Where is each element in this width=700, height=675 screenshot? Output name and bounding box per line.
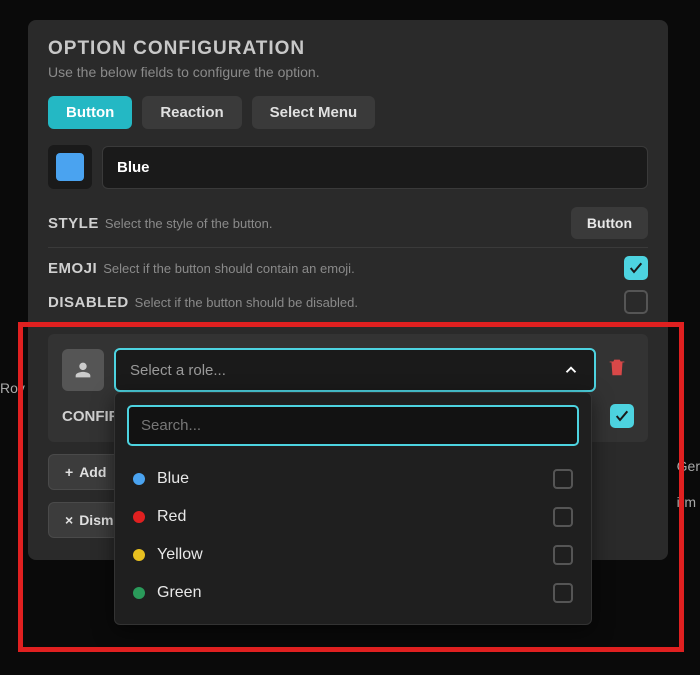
role-type-button[interactable] xyxy=(62,349,104,391)
color-swatch[interactable] xyxy=(48,145,92,189)
close-icon: × xyxy=(65,512,73,528)
bg-text-row: Rov xyxy=(0,380,25,396)
role-option-label: Green xyxy=(157,584,201,602)
emoji-row: EMOJI Select if the button should contai… xyxy=(48,247,648,288)
role-select-dropdown[interactable]: Select a role... xyxy=(114,348,596,392)
role-dot-icon xyxy=(133,587,145,599)
emoji-checkbox[interactable] xyxy=(624,256,648,280)
role-option-yellow[interactable]: Yellow xyxy=(127,536,579,574)
option-configuration-panel: OPTION CONFIGURATION Use the below field… xyxy=(28,20,668,560)
role-option-label: Yellow xyxy=(157,546,203,564)
panel-subtitle: Use the below fields to configure the op… xyxy=(48,64,648,80)
plus-icon: + xyxy=(65,464,73,480)
role-select-placeholder: Select a role... xyxy=(130,362,226,379)
role-dropdown-popup: Blue Red Yellow xyxy=(114,392,592,625)
chevron-up-icon xyxy=(562,361,580,379)
style-select-button[interactable]: Button xyxy=(571,207,648,239)
role-option-checkbox[interactable] xyxy=(553,545,573,565)
color-swatch-inner xyxy=(56,153,84,181)
person-icon xyxy=(72,359,94,381)
role-option-checkbox[interactable] xyxy=(553,469,573,489)
disabled-desc: Select if the button should be disabled. xyxy=(135,295,358,310)
role-option-label: Blue xyxy=(157,470,189,488)
disabled-checkbox[interactable] xyxy=(624,290,648,314)
option-name-input[interactable] xyxy=(102,146,648,189)
disabled-label: DISABLED xyxy=(48,294,129,311)
role-dot-icon xyxy=(133,473,145,485)
role-dot-icon xyxy=(133,511,145,523)
bg-text-gen: Ger xyxy=(677,458,700,474)
role-config-area: Select a role... CONFIR Blue xyxy=(48,334,648,442)
tab-select-menu[interactable]: Select Menu xyxy=(252,96,376,129)
add-button-label: Add xyxy=(79,464,106,480)
tab-reaction[interactable]: Reaction xyxy=(142,96,241,129)
add-role-button[interactable]: + Add xyxy=(48,454,123,490)
tab-button[interactable]: Button xyxy=(48,96,132,129)
option-type-tabs: Button Reaction Select Menu xyxy=(48,96,648,129)
emoji-label: EMOJI xyxy=(48,260,97,277)
panel-title: OPTION CONFIGURATION xyxy=(48,38,648,60)
style-label: STYLE xyxy=(48,215,99,232)
dismiss-button-label: Dismi xyxy=(79,512,117,528)
delete-role-button[interactable] xyxy=(606,356,634,384)
role-dot-icon xyxy=(133,549,145,561)
emoji-desc: Select if the button should contain an e… xyxy=(103,261,355,276)
style-desc: Select the style of the button. xyxy=(105,216,273,231)
role-option-label: Red xyxy=(157,508,186,526)
role-option-blue[interactable]: Blue xyxy=(127,460,579,498)
role-option-checkbox[interactable] xyxy=(553,507,573,527)
color-name-row xyxy=(48,145,648,189)
style-row: STYLE Select the style of the button. Bu… xyxy=(48,207,648,247)
disabled-row: DISABLED Select if the button should be … xyxy=(48,288,648,322)
role-option-red[interactable]: Red xyxy=(127,498,579,536)
role-search-input[interactable] xyxy=(127,405,579,446)
role-option-checkbox[interactable] xyxy=(553,583,573,603)
confirm-label: CONFIR xyxy=(62,408,120,425)
bg-text-irm: irm xyxy=(677,494,696,510)
role-option-green[interactable]: Green xyxy=(127,574,579,612)
trash-icon xyxy=(606,356,628,378)
confirm-checkbox[interactable] xyxy=(610,404,634,428)
